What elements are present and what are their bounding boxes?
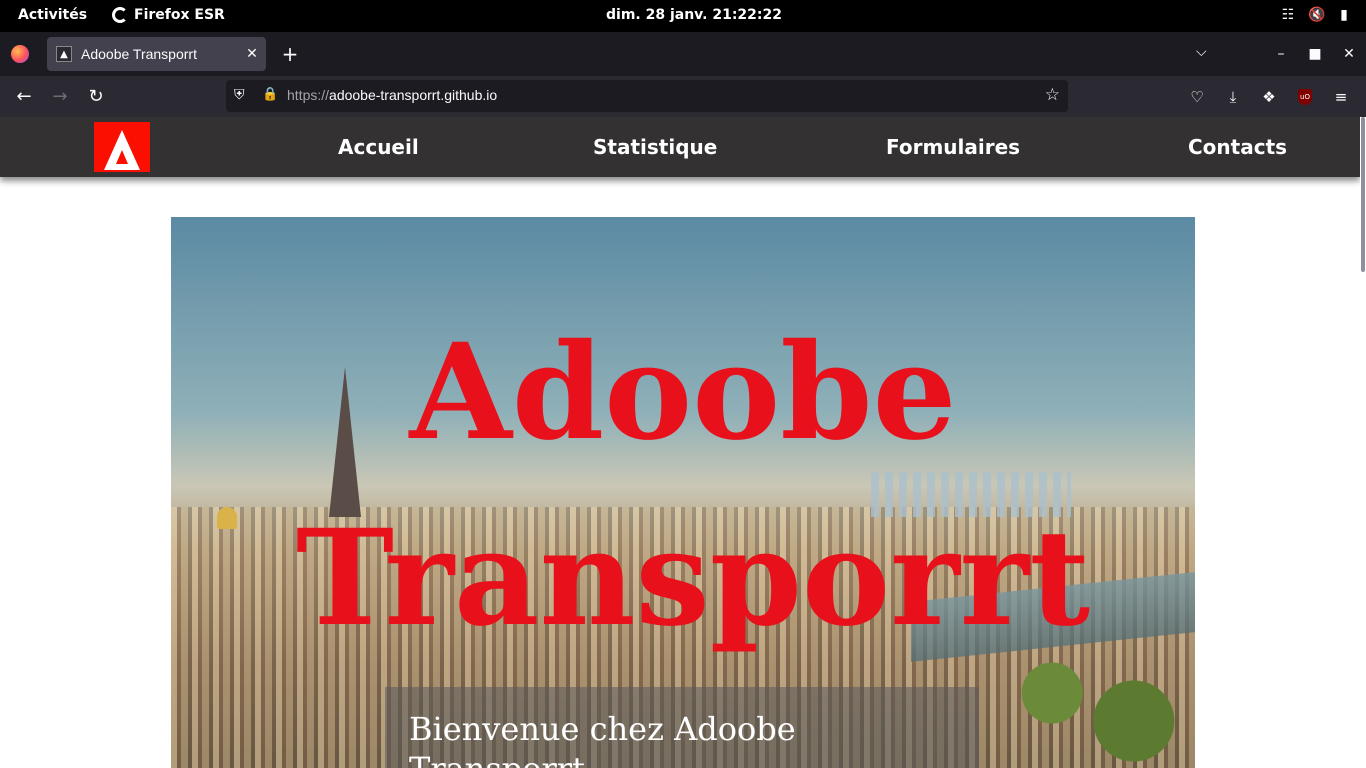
- hamburger-menu-icon[interactable]: ≡: [1328, 84, 1354, 110]
- lock-icon[interactable]: 🔒: [262, 87, 278, 102]
- url-text[interactable]: https://adoobe-transporrt.github.io: [287, 87, 497, 103]
- scrollbar-thumb[interactable]: [1361, 117, 1365, 272]
- app-menu[interactable]: Firefox ESR: [112, 7, 225, 23]
- chevron-down-icon[interactable]: ⌵: [1196, 44, 1207, 60]
- welcome-text: Bienvenue chez Adoobe Transporrt,: [409, 710, 796, 768]
- firefox-icon[interactable]: [11, 45, 29, 63]
- tab-strip: ▲ Adoobe Transporrt ✕: [0, 32, 1366, 76]
- hero-title-line1: Adoobe: [409, 315, 957, 470]
- ublock-origin-icon[interactable]: uO: [1298, 89, 1312, 105]
- welcome-box: Bienvenue chez Adoobe Transporrt,: [385, 687, 979, 768]
- nav-link-contacts[interactable]: Contacts: [1188, 135, 1287, 159]
- reload-icon[interactable]: ↻: [83, 84, 109, 110]
- system-tray[interactable]: ☷ 🔇 ▮: [1280, 6, 1352, 24]
- shield-icon[interactable]: ⛨: [234, 87, 245, 103]
- bookmark-star-icon[interactable]: ☆: [1045, 85, 1060, 105]
- site-navbar: Accueil Statistique Formulaires Contacts: [0, 117, 1360, 177]
- activities-button[interactable]: Activités: [18, 7, 87, 23]
- maximize-icon[interactable]: ■: [1298, 46, 1332, 62]
- logo-a-cut: [116, 150, 128, 164]
- network-icon[interactable]: ☷: [1280, 6, 1296, 24]
- nav-link-accueil[interactable]: Accueil: [338, 135, 419, 159]
- minimize-icon[interactable]: –: [1264, 46, 1298, 62]
- new-tab-icon[interactable]: +: [280, 44, 300, 64]
- forward-arrow-icon[interactable]: →: [47, 84, 73, 110]
- page-viewport: Accueil Statistique Formulaires Contacts…: [0, 117, 1366, 768]
- tab-active[interactable]: ▲ Adoobe Transporrt ✕: [47, 37, 266, 71]
- close-window-icon[interactable]: ✕: [1332, 46, 1366, 62]
- nav-link-formulaires[interactable]: Formulaires: [886, 135, 1020, 159]
- volume-muted-icon[interactable]: 🔇: [1308, 6, 1325, 24]
- nav-link-statistique[interactable]: Statistique: [593, 135, 717, 159]
- clock[interactable]: dim. 28 janv. 21:22:22: [606, 7, 782, 23]
- close-tab-icon[interactable]: ✕: [240, 46, 264, 62]
- extensions-icon[interactable]: ❖: [1256, 84, 1282, 110]
- downloads-icon[interactable]: ⤓: [1220, 84, 1246, 110]
- toolbar-icons: ♡ ⤓ ❖ uO ≡: [1184, 84, 1354, 110]
- hero-banner: Adoobe Transporrt Bienvenue chez Adoobe …: [171, 217, 1195, 768]
- system-top-bar: Activités Firefox ESR dim. 28 janv. 21:2…: [0, 0, 1366, 32]
- url-bar[interactable]: ⛨ 🔒 https://adoobe-transporrt.github.io …: [226, 80, 1068, 112]
- navigation-toolbar: ← → ↻ ⛨ 🔒 https://adoobe-transporrt.gith…: [0, 76, 1366, 117]
- pocket-icon[interactable]: ♡: [1184, 84, 1210, 110]
- hero-title-line2: Transporrt: [295, 501, 1091, 656]
- page-scrollbar[interactable]: [1360, 117, 1366, 768]
- window-controls: – ■ ✕: [1264, 32, 1366, 76]
- url-protocol: https://: [287, 87, 330, 103]
- adobe-logo-icon[interactable]: [94, 122, 150, 172]
- app-name: Firefox ESR: [134, 7, 225, 23]
- site-favicon-icon: ▲: [56, 46, 72, 62]
- firefox-esr-icon: [112, 7, 128, 23]
- back-arrow-icon[interactable]: ←: [11, 84, 37, 110]
- tab-title: Adoobe Transporrt: [81, 46, 197, 62]
- trees-image: [991, 637, 1195, 768]
- battery-icon[interactable]: ▮: [1336, 6, 1352, 24]
- url-host: adoobe-transporrt.github.io: [329, 87, 498, 103]
